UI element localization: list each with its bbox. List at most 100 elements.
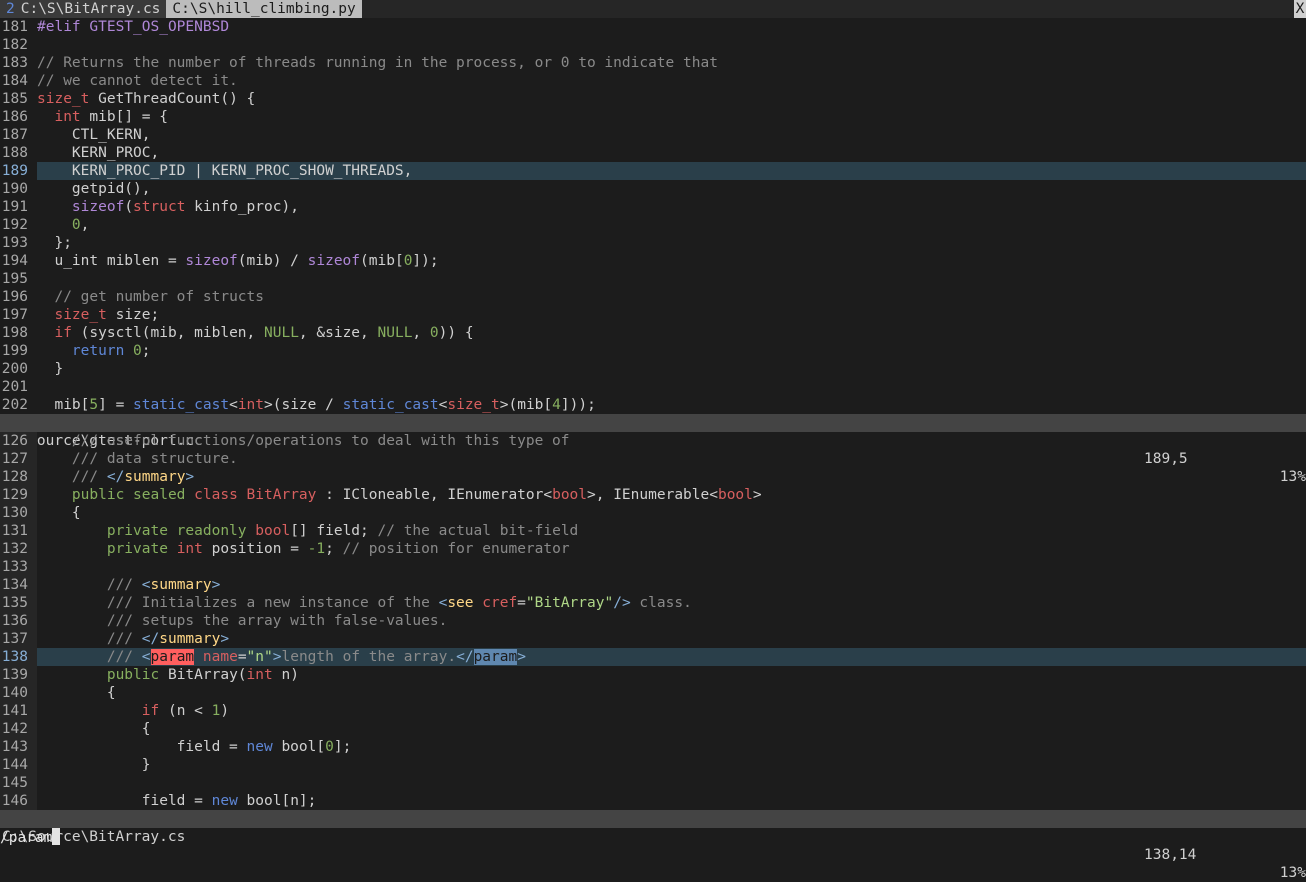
code-text: private int position = -1; // position f… (37, 540, 1306, 558)
code-token: >(size / (264, 397, 343, 413)
code-token: name (202, 649, 238, 665)
code-token: /> (613, 595, 631, 611)
code-line[interactable]: 190 getpid(), (0, 180, 1306, 198)
tab-hill-climbing[interactable]: C:\S\hill_climbing.py (166, 0, 362, 18)
line-number: 188 (0, 144, 37, 162)
code-line[interactable]: 187 CTL_KERN, (0, 126, 1306, 144)
line-number: 199 (0, 342, 37, 360)
code-line[interactable]: 145 (0, 774, 1306, 792)
code-line[interactable]: 181 #elif GTEST_OS_OPENBSD (0, 18, 1306, 36)
code-line[interactable]: 139 public BitArray(int n) (0, 666, 1306, 684)
code-token: size_t (37, 91, 90, 107)
code-token: cref (482, 595, 518, 611)
statusline-bottom: C:\Source\BitArray.cs 138,14 13% (0, 810, 1306, 881)
code-token: ] = (98, 397, 134, 413)
code-line[interactable]: 196 // get number of structs (0, 288, 1306, 306)
line-number: 130 (0, 504, 37, 522)
code-token: ; (325, 541, 343, 557)
cursor-line[interactable]: 138 /// <param name="n">length of the ar… (0, 648, 1306, 666)
code-token: BitArray( (159, 667, 247, 683)
code-token: /// (37, 649, 142, 665)
text-cursor (52, 828, 61, 845)
code-line[interactable]: 192 0, (0, 216, 1306, 234)
cursor-line[interactable]: 189 KERN_PROC_PID | KERN_PROC_SHOW_THREA… (0, 162, 1306, 180)
code-token: BitArray (246, 487, 317, 503)
code-text: /// <param name="n">length of the array.… (37, 648, 1306, 666)
code-line[interactable]: 135 /// Initializes a new instance of th… (0, 594, 1306, 612)
editor-pane-bitarray[interactable]: 126 /// useful functions/operations to d… (0, 432, 1306, 810)
command-line[interactable]: /param (0, 828, 1306, 848)
code-line[interactable]: 131 private readonly bool[] field; // th… (0, 522, 1306, 540)
line-number: 190 (0, 180, 37, 198)
code-token: class (194, 487, 238, 503)
line-number: 202 (0, 396, 37, 414)
code-text: // we cannot detect it. (37, 72, 1306, 90)
code-token: > (211, 577, 221, 593)
code-line[interactable]: 126 /// useful functions/operations to d… (0, 432, 1306, 450)
tab-bitarray[interactable]: 2 C:\S\BitArray.cs (0, 0, 167, 18)
code-token: : ICloneable, IEnumerator< (316, 487, 553, 503)
code-line[interactable]: 182 (0, 36, 1306, 54)
line-number: 187 (0, 126, 37, 144)
code-line[interactable]: 133 (0, 558, 1306, 576)
code-line[interactable]: 183// Returns the number of threads runn… (0, 54, 1306, 72)
code-line[interactable]: 202 mib[5] = static_cast<int>(size / sta… (0, 396, 1306, 414)
code-line[interactable]: 140 { (0, 684, 1306, 702)
code-line[interactable]: 186 int mib[] = { (0, 108, 1306, 126)
code-token: bool[ (272, 739, 326, 755)
code-line[interactable]: 134 /// <summary> (0, 576, 1306, 594)
code-line[interactable]: 146 field = new bool[n]; (0, 792, 1306, 810)
code-line[interactable]: 193 }; (0, 234, 1306, 252)
code-token: int (246, 667, 273, 683)
code-line[interactable]: 201 (0, 378, 1306, 396)
code-line[interactable]: 127 /// data structure. (0, 450, 1306, 468)
code-token: struct (133, 199, 186, 215)
code-token: public sealed (71, 487, 186, 503)
code-text: if (sysctl(mib, miblen, NULL, &size, NUL… (37, 324, 1306, 342)
code-line[interactable]: 184// we cannot detect it. (0, 72, 1306, 90)
code-text: { (37, 684, 1306, 702)
code-line[interactable]: 132 private int position = -1; // positi… (0, 540, 1306, 558)
code-token: private readonly (106, 523, 247, 539)
code-line[interactable]: 130 { (0, 504, 1306, 522)
code-token: /// (37, 631, 142, 647)
code-line[interactable]: 197 size_t size; (0, 306, 1306, 324)
code-token: </ (106, 469, 125, 485)
close-tab-button[interactable]: X (1294, 0, 1306, 18)
code-line[interactable]: 141 if (n < 1) (0, 702, 1306, 720)
code-line[interactable]: 191 sizeof(struct kinfo_proc), (0, 198, 1306, 216)
code-line[interactable]: 136 /// setups the array with false-valu… (0, 612, 1306, 630)
code-line[interactable]: 188 KERN_PROC, (0, 144, 1306, 162)
code-line[interactable]: 142 { (0, 720, 1306, 738)
code-text: { (37, 720, 1306, 738)
code-line[interactable]: 194 u_int miblen = sizeof(mib) / sizeof(… (0, 252, 1306, 270)
code-line[interactable]: 198 if (sysctl(mib, miblen, NULL, &size,… (0, 324, 1306, 342)
code-text: public sealed class BitArray : ICloneabl… (37, 486, 1306, 504)
code-line[interactable]: 129 public sealed class BitArray : IClon… (0, 486, 1306, 504)
code-line[interactable]: 137 /// </summary> (0, 630, 1306, 648)
code-line[interactable]: 195 (0, 270, 1306, 288)
code-token: summary (124, 469, 186, 485)
code-token: </ (456, 649, 474, 665)
code-line[interactable]: 143 field = new bool[0]; (0, 738, 1306, 756)
code-token: > (220, 631, 230, 647)
code-token: n) (272, 667, 299, 683)
search-match: param (150, 649, 195, 665)
code-line[interactable]: 200 } (0, 360, 1306, 378)
code-token: GetThreadCount() { (89, 91, 256, 107)
line-number: 184 (0, 72, 37, 90)
code-line[interactable]: 128 /// </summary> (0, 468, 1306, 486)
code-token: , (80, 217, 90, 233)
code-text: /// Initializes a new instance of the <s… (37, 594, 1306, 612)
editor-pane-gtest-port[interactable]: 181 #elif GTEST_OS_OPENBSD 182 183// Return… (0, 18, 1306, 414)
code-text: /// setups the array with false-values. (37, 612, 1306, 630)
code-token: // the actual bit-field (377, 523, 579, 539)
code-token: sizeof (185, 253, 238, 269)
code-line[interactable]: 185 size_t GetThreadCount() { (0, 90, 1306, 108)
code-line[interactable]: 199 return 0; (0, 342, 1306, 360)
code-line[interactable]: 144 } (0, 756, 1306, 774)
code-token: NULL (264, 325, 299, 341)
